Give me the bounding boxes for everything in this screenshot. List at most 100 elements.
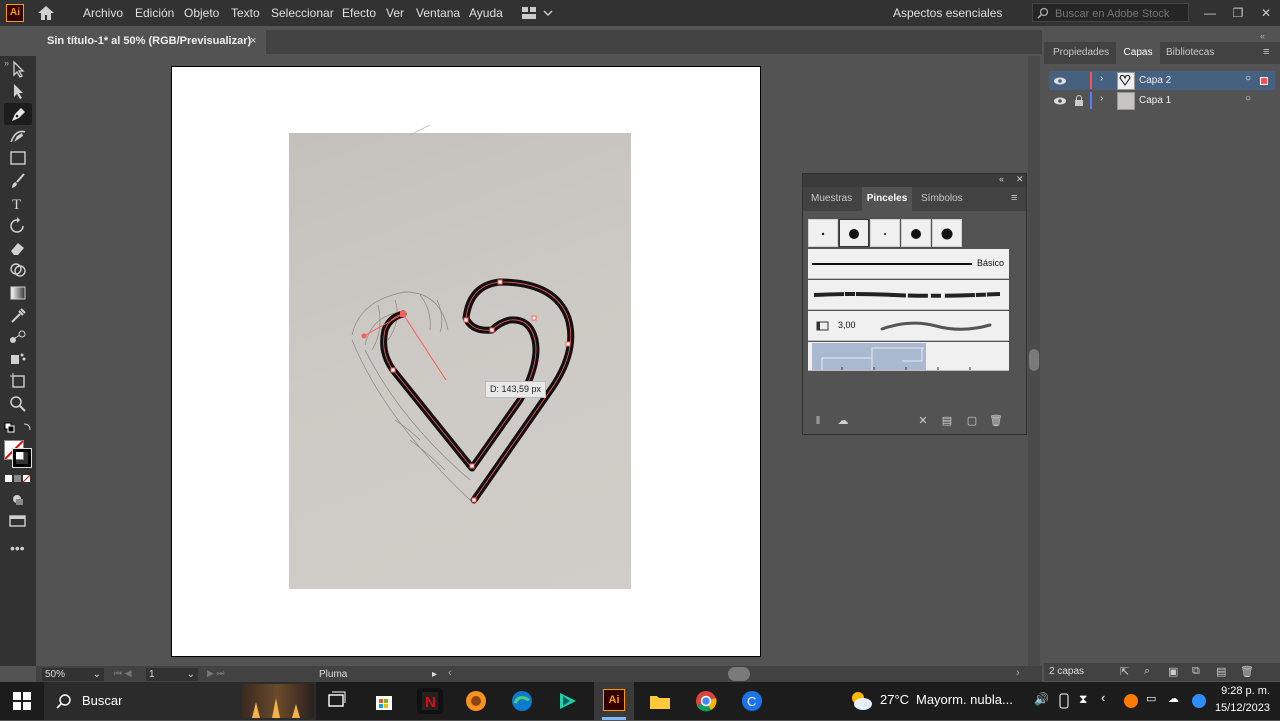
close-panel-icon[interactable]: ✕ <box>1016 174 1024 185</box>
weather-temperature[interactable]: 27°C <box>880 692 909 707</box>
tab-propiedades[interactable]: Propiedades <box>1053 42 1109 64</box>
target-icon[interactable]: ○ <box>1245 93 1251 104</box>
selection-indicator[interactable] <box>1260 77 1268 85</box>
home-icon[interactable] <box>36 4 56 22</box>
chevron-right-icon[interactable]: › <box>1100 73 1103 84</box>
brush-swatch[interactable] <box>870 219 900 247</box>
brush-libraries-icon[interactable]: 𝍪 <box>811 414 825 428</box>
layer-row-capa-1[interactable]: › Capa 1 ○ <box>1049 91 1275 110</box>
artboard-nav-next-icons[interactable]: ▶ ⏭ <box>207 668 225 679</box>
show-hidden-icons-chevron[interactable]: ‹ <box>1101 690 1105 705</box>
new-sublayer-icon[interactable]: ⧉ <box>1192 665 1200 678</box>
bluetooth-icon[interactable]: ⧗ <box>1079 692 1087 707</box>
horizontal-scroll-thumb[interactable] <box>728 667 750 681</box>
delete-brush-icon[interactable]: 🗑 <box>989 414 1003 428</box>
filmora-icon[interactable] <box>555 688 581 714</box>
collapse-panel-icon[interactable]: « <box>999 174 1004 184</box>
usb-device-icon[interactable] <box>1058 693 1070 709</box>
pen-tool-icon[interactable] <box>8 105 28 123</box>
close-tab-icon[interactable]: × <box>250 35 256 47</box>
paintbrush-tool-icon[interactable] <box>8 172 28 190</box>
collapse-dock-icon[interactable]: « <box>1260 31 1265 41</box>
target-icon[interactable]: ○ <box>1245 73 1251 84</box>
workspace-switcher[interactable]: Aspectos esenciales ⌄ <box>893 0 1013 46</box>
stroke-swatch[interactable] <box>12 448 32 468</box>
rectangle-tool-icon[interactable] <box>8 149 28 167</box>
chevron-right-icon[interactable]: › <box>1100 93 1103 104</box>
illustrator-taskbar-item[interactable]: Ai <box>594 682 634 720</box>
restore-button[interactable]: ❐ <box>1224 0 1252 26</box>
brush-swatch[interactable] <box>932 219 962 247</box>
eyedropper-tool-icon[interactable] <box>8 306 28 324</box>
task-view-icon[interactable] <box>327 691 347 711</box>
vertical-scroll-thumb[interactable] <box>1029 349 1039 371</box>
menu-seleccionar[interactable]: Seleccionar <box>271 0 334 26</box>
artboard-nav-prev-icons[interactable]: ⏮ ◀ <box>114 668 132 679</box>
menu-ayuda[interactable]: Ayuda <box>469 0 503 26</box>
avast-icon[interactable] <box>1124 694 1138 708</box>
color-mode-icons[interactable] <box>4 474 32 484</box>
edit-toolbar-icon[interactable]: ••• <box>10 540 25 556</box>
arrange-documents-icon[interactable] <box>522 6 554 20</box>
clipping-mask-icon[interactable]: ▣ <box>1168 665 1178 678</box>
blend-tool-icon[interactable] <box>8 328 28 346</box>
scroll-right-icon[interactable]: › <box>1016 667 1020 679</box>
menu-texto[interactable]: Texto <box>231 0 260 26</box>
panel-menu-icon[interactable]: ≡ <box>1263 46 1269 58</box>
brushes-panel-header[interactable]: « ✕ <box>803 174 1026 187</box>
selection-tool-icon[interactable] <box>8 60 28 78</box>
tab-simbolos[interactable]: Símbolos <box>921 187 963 211</box>
brush-swatch[interactable] <box>808 219 838 247</box>
zoom-select[interactable]: 50% ⌄ <box>42 668 104 681</box>
adobe-stock-search[interactable] <box>1032 3 1189 22</box>
brush-swatch[interactable] <box>901 219 931 247</box>
onedrive-icon[interactable]: ☁ <box>1168 692 1179 705</box>
type-tool-icon[interactable]: T <box>8 194 28 212</box>
netflix-icon[interactable]: N <box>417 688 443 714</box>
locate-object-icon[interactable]: ⌕ <box>1144 665 1150 678</box>
libraries-panel-icon[interactable]: ☁ <box>836 414 850 428</box>
new-brush-icon[interactable]: ▢ <box>965 414 979 428</box>
eraser-tool-icon[interactable] <box>8 239 28 257</box>
windows-start-icon[interactable] <box>13 692 31 710</box>
brush-pattern-row[interactable] <box>808 342 1009 371</box>
new-layer-icon[interactable]: ▤ <box>1216 665 1226 678</box>
lock-icon[interactable] <box>1074 95 1084 106</box>
canva-icon[interactable]: C <box>739 688 765 714</box>
screen-mode-icon[interactable] <box>8 512 28 530</box>
draw-mode-icon[interactable] <box>8 490 28 508</box>
menu-edicion[interactable]: Edición <box>135 0 174 26</box>
placed-photo[interactable] <box>289 133 631 589</box>
layer-row-capa-2[interactable]: › Capa 2 ○ <box>1049 71 1275 90</box>
scroll-left-icon[interactable]: ‹ <box>448 667 452 679</box>
weather-cloud-icon[interactable] <box>848 689 874 711</box>
clock-date[interactable]: 15/12/2023 <box>1214 702 1270 714</box>
brush-charcoal-row[interactable] <box>808 280 1009 310</box>
default-colors-icon[interactable] <box>4 422 32 434</box>
tab-pinceles[interactable]: Pinceles <box>862 187 912 211</box>
status-tool-field[interactable]: Pluma ▸ <box>316 668 440 681</box>
shape-builder-tool-icon[interactable] <box>8 261 28 279</box>
edge-browser-icon[interactable] <box>509 688 535 714</box>
eye-icon[interactable] <box>1053 76 1067 86</box>
microsoft-store-icon[interactable] <box>371 688 397 714</box>
remove-brush-stroke-icon[interactable]: ✕ <box>916 414 930 428</box>
rotate-tool-icon[interactable] <box>8 217 28 235</box>
close-window-button[interactable]: ✕ <box>1252 0 1280 26</box>
curvature-tool-icon[interactable] <box>8 127 28 145</box>
menu-efecto[interactable]: Efecto <box>342 0 376 26</box>
eye-icon[interactable] <box>1053 96 1067 106</box>
artboard-number-select[interactable]: 1 ⌄ <box>146 668 198 681</box>
brush-stroke-row[interactable]: 3,00 <box>808 311 1009 341</box>
menu-ver[interactable]: Ver <box>386 0 404 26</box>
menu-ventana[interactable]: Ventana <box>416 0 460 26</box>
taskbar-search-box[interactable]: Buscar <box>44 682 316 720</box>
menu-objeto[interactable]: Objeto <box>184 0 219 26</box>
brush-options-icon[interactable]: ▤ <box>940 414 954 428</box>
direct-selection-tool-icon[interactable] <box>8 82 28 100</box>
delete-layer-icon[interactable]: 🗑 <box>1240 665 1254 678</box>
volume-icon[interactable]: 🔊 <box>1034 692 1049 706</box>
brush-basic-row[interactable]: Básico <box>808 249 1009 279</box>
tab-capas[interactable]: Capas <box>1116 42 1160 64</box>
clock-time[interactable]: 9:28 p. m. <box>1218 685 1270 697</box>
